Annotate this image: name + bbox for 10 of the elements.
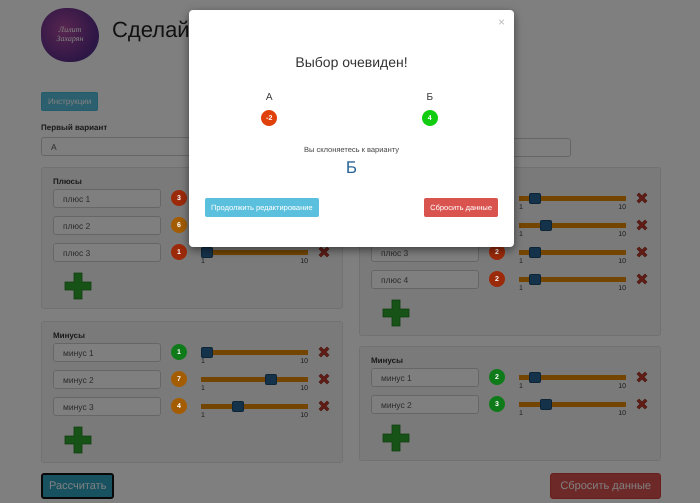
panel-heading: Минусы bbox=[371, 356, 403, 365]
option-label: Б bbox=[426, 92, 434, 103]
option-label: А bbox=[266, 92, 273, 103]
panel-heading: Плюсы bbox=[53, 177, 82, 186]
dialog-title: Выбор очевиден! bbox=[294, 54, 409, 70]
page-title: Сделай bbox=[112, 17, 190, 43]
field-label: Первый вариант bbox=[41, 123, 108, 134]
logo: Лилит Захарян bbox=[41, 8, 99, 62]
winner-label: Б bbox=[344, 158, 358, 178]
panel-heading: Минусы bbox=[53, 331, 85, 340]
